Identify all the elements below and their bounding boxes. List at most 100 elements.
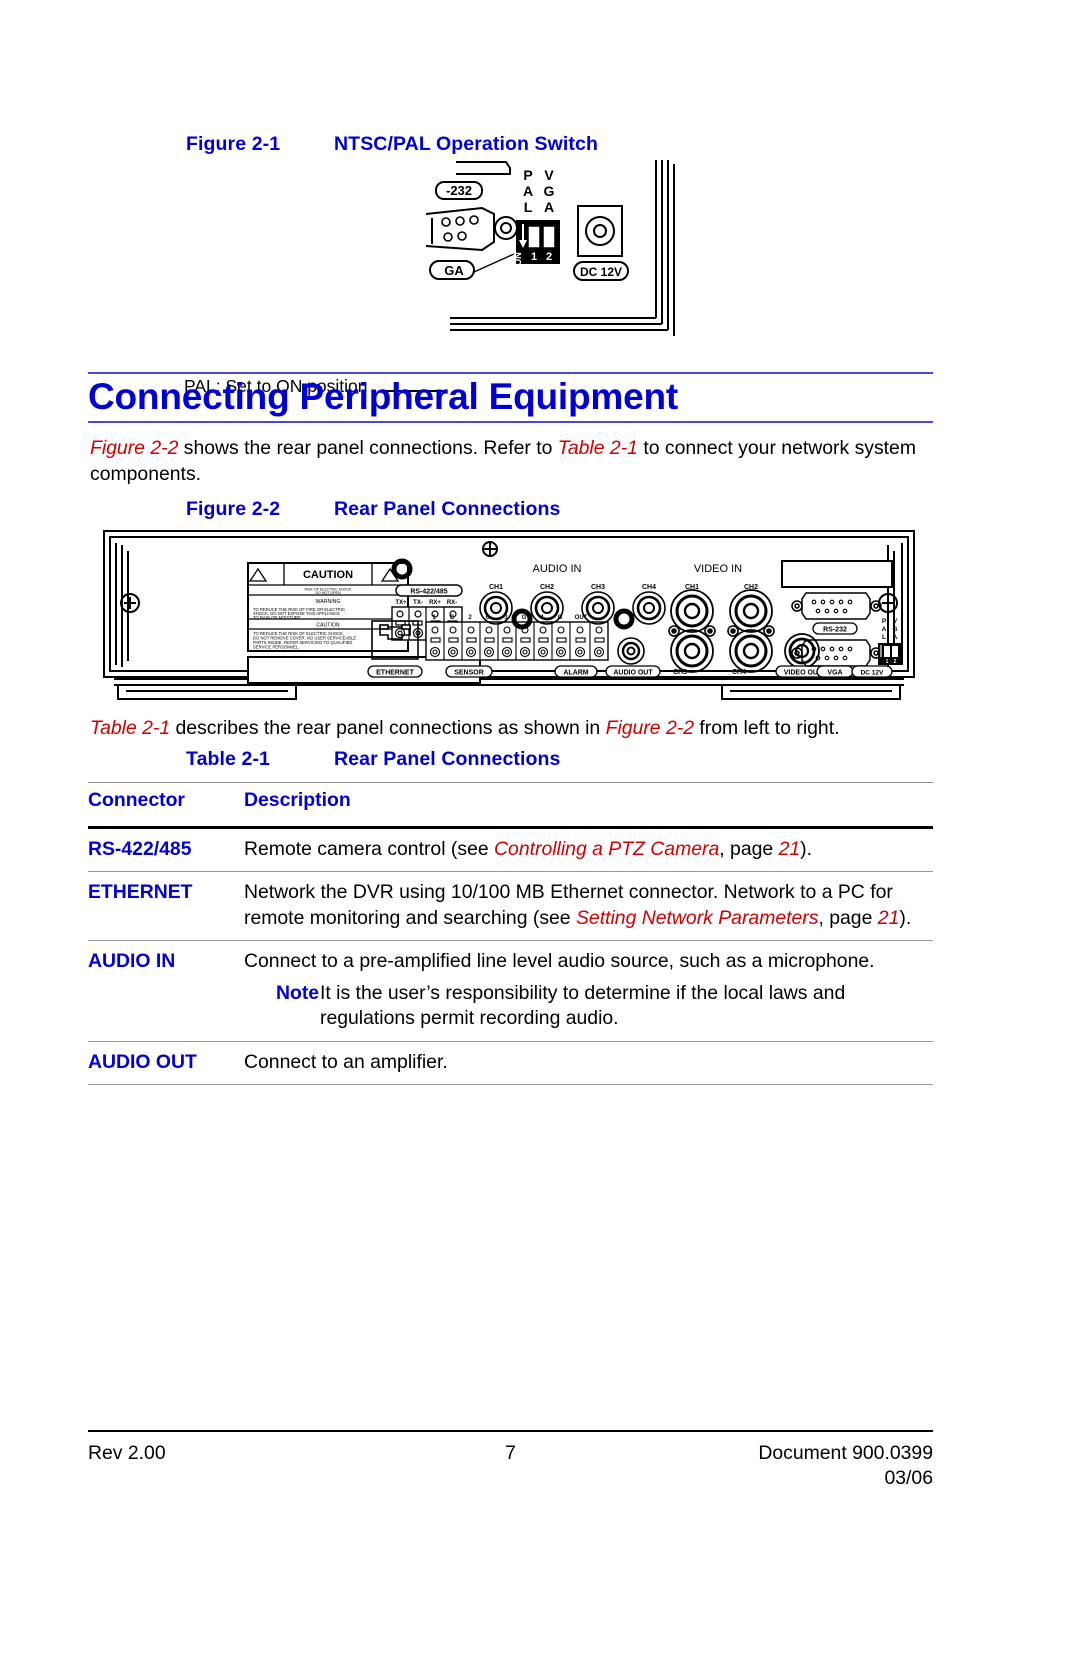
svg-text:SENSOR: SENSOR [454,670,484,677]
svg-text:-232: -232 [446,183,472,198]
svg-text:DO NOT OPEN: DO NOT OPEN [315,591,340,595]
desc-xref: Setting Network Parameters [575,906,819,929]
table-2-1-title: Rear Panel Connections [334,748,561,770]
figure-ref-2: Figure 2-2 [605,717,694,739]
svg-text:VGA: VGA [827,670,842,677]
desc-page-number: 21 [877,906,900,929]
svg-text:A: A [882,626,887,633]
center-screw [482,541,498,557]
audio-in-jacks: CH1 CH2 CH3 CH4 [479,584,666,630]
chassis-feet [117,685,901,700]
desc-text: , page [719,837,779,860]
table-cell-description: Network the DVR using 10/100 MB Ethernet… [244,872,933,941]
svg-text:CAUTION: CAUTION [316,623,340,629]
intro-paragraph: Figure 2-2 shows the rear panel connecti… [90,436,940,487]
svg-text:CH3: CH3 [591,584,605,591]
svg-text:1: 1 [886,659,889,665]
svg-text:AUDIO OUT: AUDIO OUT [613,670,653,677]
svg-text:ETHERNET: ETHERNET [376,670,414,677]
svg-text:G: G [522,615,527,621]
svg-text:CH3: CH3 [673,669,687,676]
note-text: It is the user’s responsibility to deter… [320,981,846,1030]
svg-text:P: P [523,167,532,183]
ethernet-label: ETHERNET [367,665,423,678]
svg-text:RS-232: RS-232 [823,627,847,634]
rs232-label: RS-232 [812,622,858,635]
table-intro-text-1: describes the rear panel connections as … [170,717,606,739]
rear-panel-diagram: CAUTION RISK OF ELECTRIC SHOCK DO NOT OP… [103,530,915,700]
svg-text:TX+: TX+ [395,600,407,606]
audio-in-heading: AUDIO IN [533,563,582,575]
footer-document-number: Document 900.0399 [758,1441,933,1464]
figure-2-1: Figure 2-1 NTSC/PAL Operation Switch -23… [0,120,1080,396]
table-header-row: Connector Description [88,782,933,828]
desc-page-number: 21 [778,837,801,860]
rs232-pins [811,599,853,614]
svg-text:TO RAIN OR MOISTURE.: TO RAIN OR MOISTURE. [253,615,302,620]
rs232-label: -232 [435,181,483,200]
svg-text:ALARM: ALARM [563,670,588,677]
figure-2-1-title: NTSC/PAL Operation Switch [334,133,598,155]
page-title: Connecting Peripheral Equipment [88,376,678,417]
video-in-jacks-bottom [670,629,773,673]
svg-text:G: G [544,183,555,199]
dc12v-label-fig21: DC 12V [573,261,629,281]
heading-rule-bottom [88,421,933,424]
table-header-description: Description [244,789,351,811]
svg-text:CH4: CH4 [732,669,746,676]
svg-text:L: L [524,199,533,215]
svg-text:CH2: CH2 [540,584,554,591]
svg-text:2: 2 [894,659,897,665]
svg-text:A: A [893,634,898,641]
footer-revision: Rev 2.00 [88,1441,166,1464]
rs232-connector [791,592,882,620]
sensor-label: SENSOR [445,665,493,678]
figure-2-2-rear-panel-artwork: CAUTION RISK OF ELECTRIC SHOCK DO NOT OP… [100,527,918,702]
table-2-1-number: Table 2-1 [186,748,270,770]
svg-text:V: V [544,167,554,183]
table-row: ETHERNET Network the DVR using 10/100 MB… [88,871,933,941]
dc-12v-label: DC 12V [851,665,893,678]
table-row: AUDIO OUT Connect to an amplifier. [88,1041,933,1085]
table-intro-paragraph: Table 2-1 describes the rear panel conne… [90,716,950,742]
table-row: RS-422/485 Remote camera control (see Co… [88,827,933,872]
svg-text:P: P [882,618,887,625]
table-cell-description: Connect to an amplifier. [244,1041,933,1085]
svg-text:TX-: TX- [413,600,423,606]
svg-text:CH1: CH1 [489,584,503,591]
top-right-plate [781,560,893,588]
caution-label: CAUTION RISK OF ELECTRIC SHOCK DO NOT OP… [247,562,409,652]
table-ref-1: Table 2-1 [90,717,171,739]
dip-switch: ON 1 2 [513,220,560,266]
note-block: Note It is the user’s responsibility to … [244,981,933,1032]
audio-out-jack [617,637,645,665]
svg-text:1: 1 [531,251,537,263]
desc-text: Connect to an amplifier. [244,1050,448,1073]
desc-text: Connect to a pre-amplified line level au… [244,950,875,972]
svg-text:L: L [882,634,886,641]
table-2-1-reference: Table 2-1 [557,437,638,459]
video-in-jacks-top: CH1 CH2 [668,584,775,637]
desc-text: Remote camera control (see [244,837,495,860]
figure-2-2-number: Figure 2-2 [186,498,281,520]
figure-2-2-title: Rear Panel Connections [334,498,561,520]
page-footer: Rev 2.00 7 Document 900.0399 03/06 [88,1430,933,1491]
svg-text:CAUTION: CAUTION [303,569,353,581]
table-intro-text-2: from left to right. [694,717,840,739]
section-heading-block: Connecting Peripheral Equipment [88,372,933,424]
table-2-1-caption: Table 2-1 Rear Panel Connections [186,748,561,771]
figure-2-1-artwork: -232 GA P A L V G A ON 1 2 DC 12V [410,158,710,353]
table-bottom-rule [88,1084,933,1085]
video-in-heading: VIDEO IN [694,563,742,575]
svg-text:A: A [544,199,554,215]
table-cell-connector: AUDIO OUT [88,1050,197,1073]
table-row: AUDIO IN Connect to a pre-amplified line… [88,940,933,1042]
intro-text-1: shows the rear panel connections. Refer … [178,437,558,459]
svg-text:G: G [892,626,897,633]
alarm-label: ALARM [554,665,598,678]
desc-text: , page [818,906,878,929]
desc-xref: Controlling a PTZ Camera [494,837,720,860]
table-cell-connector: ETHERNET [88,881,193,903]
svg-text:SERVICE PERSONNEL.: SERVICE PERSONNEL. [253,645,299,650]
figure-2-1-number: Figure 2-1 [186,133,281,155]
